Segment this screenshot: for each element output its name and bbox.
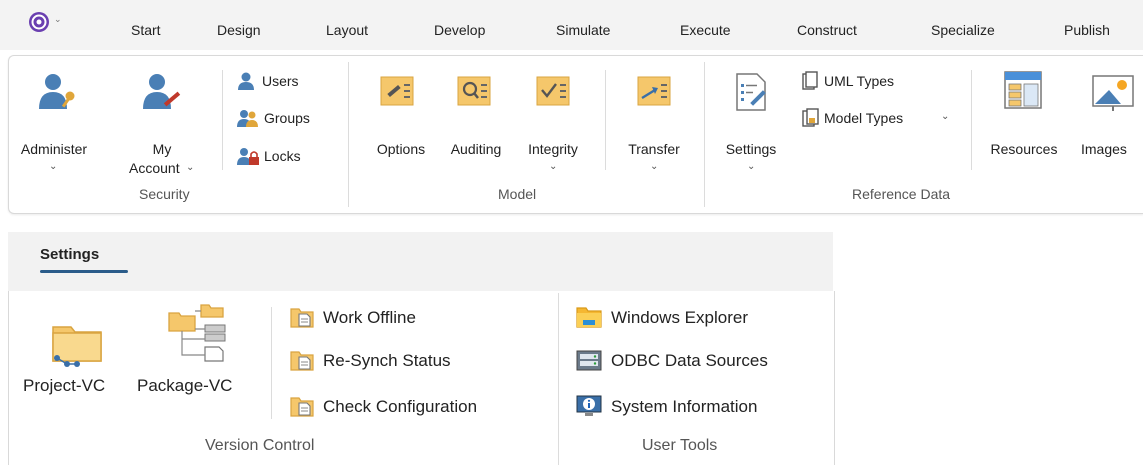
resynch-status-icon bbox=[290, 351, 314, 371]
settings-label: Settings bbox=[725, 141, 777, 157]
tab-specialize[interactable]: Specialize bbox=[931, 22, 995, 38]
chevron-down-icon: ⌄ bbox=[747, 161, 756, 172]
system-info-monitor-icon bbox=[576, 395, 602, 416]
user-lock-icon bbox=[237, 148, 259, 165]
security-group-label: Security bbox=[139, 186, 190, 202]
settings-tab-strip: Settings bbox=[8, 232, 833, 291]
model-options-icon bbox=[380, 76, 414, 106]
system-information-label: System Information bbox=[611, 397, 758, 416]
transfer-arrow-icon bbox=[637, 76, 671, 106]
user-icon bbox=[238, 72, 254, 90]
model-types-label: Model Types bbox=[824, 110, 904, 126]
model-types-icon bbox=[802, 108, 819, 127]
audit-magnifier-icon bbox=[457, 76, 491, 106]
administer-label: Administer bbox=[20, 141, 88, 157]
work-offline-icon bbox=[290, 308, 314, 328]
user-key-icon bbox=[39, 74, 75, 109]
project-vc-label: Project-VC bbox=[23, 376, 106, 395]
image-library-icon bbox=[1092, 75, 1134, 111]
integrity-button[interactable]: Integrity ⌄ bbox=[517, 66, 589, 176]
chevron-down-icon: ⌄ bbox=[49, 161, 58, 172]
images-button[interactable]: Images bbox=[1079, 66, 1143, 157]
ribbon-panel: Administer ⌄ My Account ⌄ Users Groups L… bbox=[8, 55, 1143, 214]
resources-button[interactable]: Resources bbox=[981, 66, 1067, 157]
integrity-check-icon bbox=[536, 76, 570, 106]
settings-document-icon bbox=[736, 73, 766, 111]
menu-bar: ⌄ Start Design Layout Develop Simulate E… bbox=[0, 0, 1143, 50]
options-label: Options bbox=[376, 141, 426, 157]
resources-label: Resources bbox=[990, 141, 1058, 157]
users-label: Users bbox=[262, 73, 299, 89]
tab-construct[interactable]: Construct bbox=[797, 22, 857, 38]
windows-explorer-label: Windows Explorer bbox=[611, 308, 748, 327]
images-label: Images bbox=[1081, 141, 1127, 157]
settings-ribbon-panel: Project-VC Package-VC Work Offline Re-Sy… bbox=[8, 291, 835, 465]
work-offline-label: Work Offline bbox=[323, 308, 416, 327]
transfer-button[interactable]: Transfer ⌄ bbox=[617, 66, 691, 176]
administer-button[interactable]: Administer ⌄ bbox=[13, 66, 95, 176]
package-vc-label: Package-VC bbox=[137, 376, 233, 395]
reference-data-group-label: Reference Data bbox=[852, 186, 951, 202]
folder-explorer-icon bbox=[576, 307, 602, 328]
tab-execute[interactable]: Execute bbox=[680, 22, 731, 38]
enterprise-architect-logo-icon[interactable] bbox=[28, 11, 50, 33]
chevron-down-icon[interactable]: ⌄ bbox=[54, 14, 62, 25]
tab-design[interactable]: Design bbox=[217, 22, 261, 38]
tab-develop[interactable]: Develop bbox=[434, 22, 485, 38]
tab-settings[interactable]: Settings bbox=[40, 246, 99, 263]
project-folder-icon bbox=[52, 326, 102, 367]
options-button[interactable]: Options bbox=[365, 66, 437, 157]
uml-types-label: UML Types bbox=[824, 73, 895, 89]
resources-icon bbox=[1004, 71, 1042, 109]
groups-label: Groups bbox=[264, 110, 310, 126]
active-tab-indicator bbox=[40, 270, 128, 273]
user-group-icon bbox=[237, 110, 258, 127]
user-edit-icon bbox=[143, 74, 181, 109]
integrity-label: Integrity bbox=[528, 141, 578, 157]
check-configuration-icon bbox=[290, 397, 314, 417]
package-vc-button[interactable]: Package-VC bbox=[137, 301, 257, 395]
auditing-label: Auditing bbox=[450, 141, 502, 157]
odbc-database-icon bbox=[576, 350, 602, 371]
locks-label: Locks bbox=[264, 148, 301, 164]
settings-button[interactable]: Settings ⌄ bbox=[713, 66, 789, 176]
transfer-label: Transfer bbox=[628, 141, 680, 157]
my-account-label-line1: My bbox=[152, 141, 172, 157]
odbc-data-sources-label: ODBC Data Sources bbox=[611, 351, 768, 370]
check-configuration-label: Check Configuration bbox=[323, 397, 478, 416]
my-account-label-line2: Account bbox=[129, 160, 180, 176]
chevron-down-icon[interactable]: ⌄ bbox=[941, 111, 949, 122]
package-tree-icon bbox=[168, 304, 226, 362]
chevron-down-icon: ⌄ bbox=[549, 161, 558, 172]
auditing-button[interactable]: Auditing bbox=[441, 66, 511, 157]
model-group-label: Model bbox=[498, 186, 537, 202]
chevron-down-icon: ⌄ bbox=[650, 161, 659, 172]
project-vc-button[interactable]: Project-VC bbox=[21, 301, 141, 395]
user-tools-group-label: User Tools bbox=[642, 437, 718, 454]
resynch-status-label: Re-Synch Status bbox=[323, 351, 451, 370]
version-control-group-label: Version Control bbox=[205, 437, 315, 454]
uml-types-icon bbox=[802, 71, 818, 90]
tab-start[interactable]: Start bbox=[131, 22, 161, 38]
tab-publish[interactable]: Publish bbox=[1064, 22, 1110, 38]
tab-simulate[interactable]: Simulate bbox=[556, 22, 610, 38]
chevron-down-icon: ⌄ bbox=[186, 162, 195, 173]
my-account-button[interactable]: My Account ⌄ bbox=[127, 66, 197, 181]
tab-layout[interactable]: Layout bbox=[326, 22, 368, 38]
